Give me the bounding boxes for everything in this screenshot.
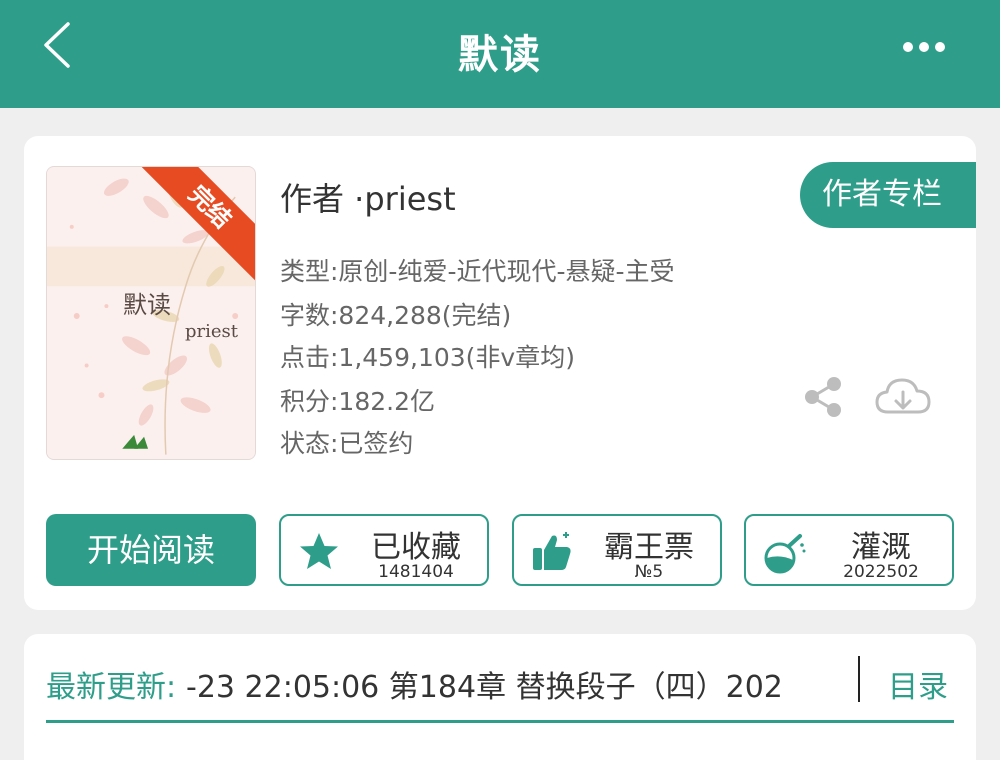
book-type: 类型:原创-纯爱-近代现代-悬疑-主受 [280, 257, 675, 286]
favorite-label: 已收藏 [371, 530, 461, 565]
water-count: 2022502 [843, 562, 919, 582]
more-button[interactable] [900, 34, 948, 60]
latest-update-label: 最新更新: [46, 670, 177, 705]
sign-status: 状态:已签约 [280, 429, 414, 458]
download-button[interactable] [874, 372, 932, 422]
share-button[interactable] [800, 374, 846, 420]
flask-icon [764, 534, 806, 574]
vote-button[interactable]: 霸王票 №5 [512, 514, 722, 586]
score: 积分:182.2亿 [280, 387, 435, 416]
vote-rank: №5 [634, 562, 664, 582]
favorite-count: 1481404 [378, 562, 454, 582]
water-label: 灌溉 [851, 530, 911, 565]
author-name[interactable]: 作者 ·priest [280, 174, 456, 220]
underline-divider [46, 720, 954, 723]
toc-link[interactable]: 目录 [888, 662, 948, 706]
divider [858, 656, 860, 702]
book-cover[interactable]: 默读 priest 完结 [46, 166, 256, 460]
author-column-button[interactable]: 作者专栏 [800, 162, 976, 228]
page-title: 默读 [458, 32, 542, 78]
thumbs-up-icon [533, 532, 571, 570]
top-bar: 默读 [0, 0, 1000, 108]
cover-title: 默读 [123, 291, 171, 319]
latest-update-card: 最新更新: -23 22:05:06 第184章 替换段子（四）202 目录 [24, 634, 976, 760]
star-icon [300, 533, 338, 569]
favorite-button[interactable]: 已收藏 1481404 [279, 514, 489, 586]
latest-update-text[interactable]: -23 22:05:06 第184章 替换段子（四）202 [186, 662, 816, 704]
cloud-download-icon [875, 378, 931, 414]
book-info-card: 默读 priest 完结 作者 ·priest 作者专栏 类型:原创-纯爱-近代… [24, 136, 976, 610]
share-icon [805, 377, 841, 417]
more-horizontal-icon [903, 42, 945, 52]
click-count: 点击:1,459,103(非v章均) [280, 343, 575, 372]
water-button[interactable]: 灌溉 2022502 [744, 514, 954, 586]
cover-author: priest [185, 321, 239, 342]
vote-label: 霸王票 [604, 530, 694, 565]
start-reading-button[interactable]: 开始阅读 [46, 514, 256, 586]
word-count: 字数:824,288(完结) [280, 301, 512, 330]
